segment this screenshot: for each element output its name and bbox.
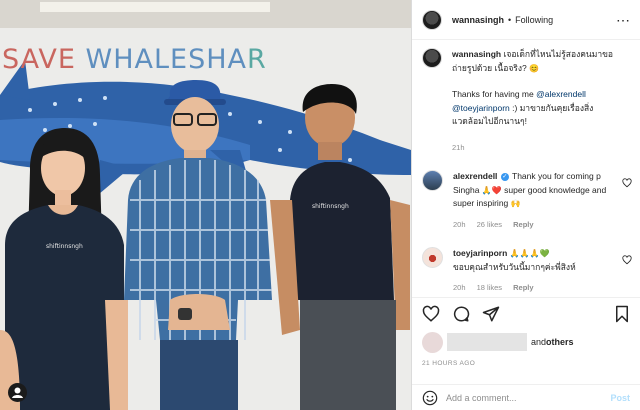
comment-like-heart-icon[interactable]: [622, 178, 632, 188]
comment-item: toeyjarinporn 🙏🙏🙏💚 ขอบคุณสำหรับวันนี้มาก…: [412, 247, 640, 295]
liker-avatar-blurred: [422, 331, 443, 353]
reply-button[interactable]: Reply: [513, 220, 533, 229]
liker-names-blurred: [447, 333, 527, 351]
post-button[interactable]: Post: [610, 393, 630, 403]
caption-body: wannasingh เจอเด็กที่ไหนไม่รู้สองคนมาขอถ…: [452, 48, 630, 154]
avatar[interactable]: [422, 170, 443, 191]
caption-username[interactable]: wannasingh: [452, 49, 501, 59]
author-username[interactable]: wannasingh: [452, 15, 504, 25]
reply-button[interactable]: Reply: [513, 283, 533, 292]
wall-text-segment: WHALESHA: [85, 44, 247, 75]
raising-hands-emoji: 🙌: [510, 199, 521, 208]
red-heart-emoji: ❤️: [491, 185, 502, 195]
likes-others-link[interactable]: others: [546, 337, 574, 347]
folded-hands-emoji: 🙏🙏🙏: [509, 249, 540, 258]
post-footer: and others 21 HOURS AGO: [412, 297, 640, 367]
post-side-panel: wannasingh • Following ⋯ wannasingh เจอเ…: [411, 0, 640, 410]
comment-icon[interactable]: [452, 305, 470, 323]
comment-text: ขอบคุณสำหรับวันนี้มากๆค่ะพี่สิงห์: [453, 261, 576, 272]
more-options-icon[interactable]: ⋯: [616, 13, 630, 27]
post-photo[interactable]: SAVE WHALESHAR shiftinnsngh shiftinnsngh: [0, 0, 411, 410]
wall-painted-text: SAVE WHALESHAR: [2, 44, 267, 75]
comment-body: alexrendell ✓ Thank you for coming p Sin…: [453, 170, 630, 231]
comment-item: alexrendell ✓ Thank you for coming p Sin…: [412, 170, 640, 231]
likes-and: and: [531, 337, 547, 347]
instagram-post-view: SAVE WHALESHAR shiftinnsngh shiftinnsngh…: [0, 0, 640, 410]
mention-toeyjarinporn[interactable]: @toeyjarinporn: [452, 103, 510, 113]
following-button[interactable]: Following: [515, 15, 553, 25]
comment-input[interactable]: [446, 392, 611, 403]
share-icon[interactable]: [482, 305, 500, 323]
caption: wannasingh เจอเด็กที่ไหนไม่รู้สองคนมาขอถ…: [412, 48, 640, 154]
comment-time[interactable]: 20h: [453, 283, 466, 292]
post-time-ago[interactable]: 21 HOURS AGO: [412, 354, 640, 367]
bookmark-icon[interactable]: [614, 305, 630, 323]
comment-username[interactable]: toeyjarinporn: [453, 248, 507, 258]
likes-summary: and others: [412, 330, 640, 354]
header-separator: •: [508, 14, 512, 25]
comments-list: wannasingh เจอเด็กที่ไหนไม่รู้สองคนมาขอถ…: [412, 48, 640, 295]
tagged-users-icon[interactable]: [8, 383, 27, 402]
wall-text-segment: SAVE: [2, 44, 86, 75]
comment-username[interactable]: alexrendell: [453, 171, 497, 181]
action-bar: [412, 298, 640, 330]
caption-thanks: Thanks for having me: [452, 89, 537, 99]
comment-time[interactable]: 20h: [453, 220, 466, 229]
comment-meta: 20h 26 likes Reply: [453, 218, 618, 232]
avatar[interactable]: [422, 247, 443, 268]
caption-time[interactable]: 21h: [452, 143, 465, 152]
mention-alexrendell[interactable]: @alexrendell: [536, 89, 586, 99]
folded-hands-emoji: 🙏: [481, 185, 492, 195]
green-heart-emoji: 💚: [539, 249, 550, 258]
shirt-logo-right: shiftinnsngh: [312, 203, 349, 210]
wall-text-segment: R: [246, 44, 267, 75]
heart-icon[interactable]: [422, 305, 440, 323]
smiling-face-emoji: 😊: [529, 63, 540, 73]
smiley-icon[interactable]: [422, 390, 438, 406]
avatar[interactable]: [422, 48, 442, 68]
comment-likes[interactable]: 18 likes: [477, 283, 502, 292]
verified-badge-icon: ✓: [500, 172, 509, 181]
post-header: wannasingh • Following ⋯: [412, 0, 640, 40]
shirt-logo-left: shiftinnsngh: [46, 243, 83, 250]
comment-likes[interactable]: 26 likes: [477, 220, 502, 229]
caption-meta: 21h: [452, 141, 618, 155]
comment-like-heart-icon[interactable]: [622, 255, 632, 265]
avatar[interactable]: [422, 9, 442, 30]
comment-body: toeyjarinporn 🙏🙏🙏💚 ขอบคุณสำหรับวันนี้มาก…: [453, 247, 630, 295]
comment-meta: 20h 18 likes Reply: [453, 281, 618, 295]
add-comment-bar: Post: [412, 384, 640, 410]
